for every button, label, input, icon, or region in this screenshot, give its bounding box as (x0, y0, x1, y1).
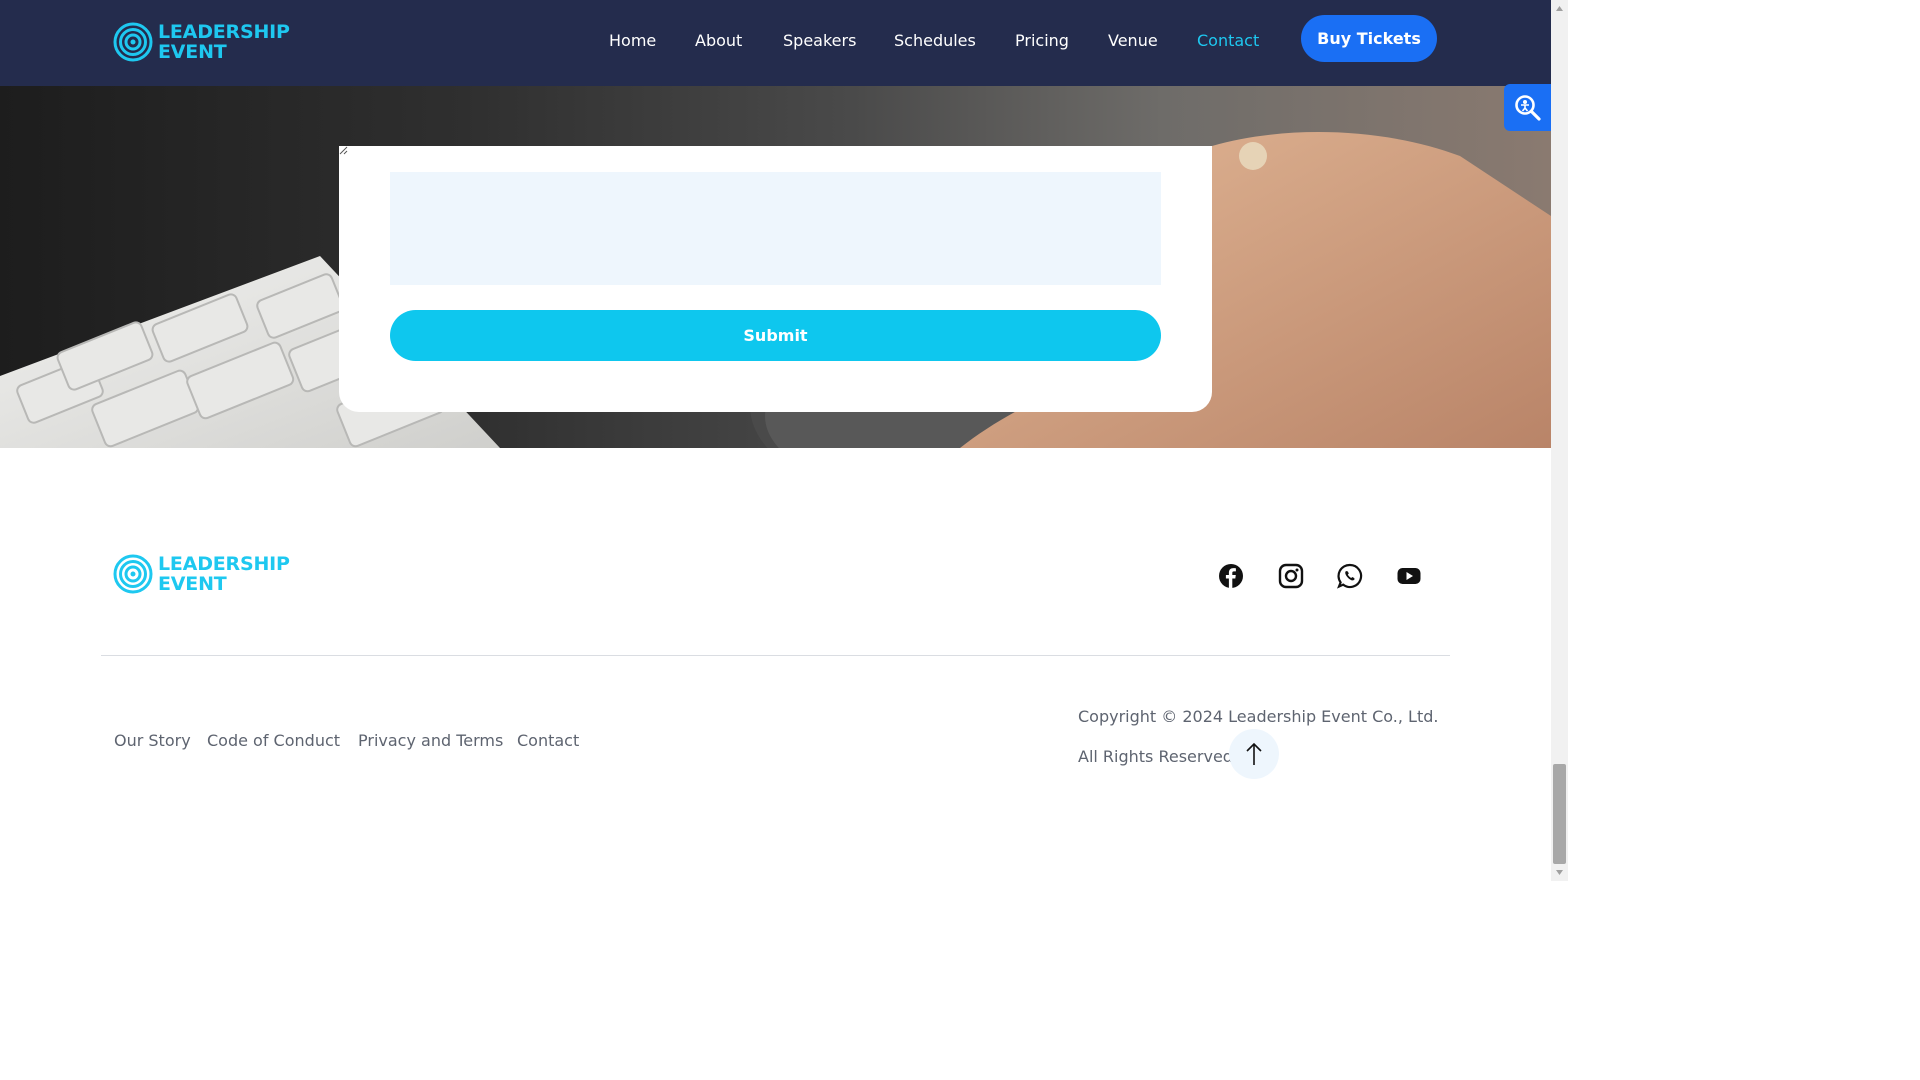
buy-tickets-button[interactable]: Buy Tickets (1301, 15, 1437, 62)
whatsapp-icon[interactable] (1337, 563, 1363, 589)
footer-brand-name: LEADERSHIP EVENT (158, 554, 290, 594)
header-logo[interactable]: LEADERSHIP EVENT (113, 22, 290, 62)
accessibility-widget-button[interactable] (1504, 84, 1551, 131)
resize-grip-icon[interactable] (339, 146, 348, 155)
brand-name: LEADERSHIP EVENT (158, 22, 290, 62)
nav-venue[interactable]: Venue (1108, 31, 1158, 50)
nav-pricing[interactable]: Pricing (1015, 31, 1069, 50)
nav-about[interactable]: About (695, 31, 742, 50)
contact-form-card: Submit (339, 146, 1212, 412)
accessibility-search-icon (1514, 94, 1541, 121)
arrow-up-icon (1246, 742, 1262, 765)
copyright-text: Copyright © 2024 Leadership Event Co., L… (1078, 707, 1439, 726)
footer-link-our-story[interactable]: Our Story (114, 731, 191, 750)
nav-speakers[interactable]: Speakers (783, 31, 856, 50)
footer-link-code-of-conduct[interactable]: Code of Conduct (207, 731, 340, 750)
brand-line-1: LEADERSHIP (158, 21, 290, 43)
nav-home[interactable]: Home (609, 31, 656, 50)
target-logo-icon (113, 554, 153, 594)
footer-brand-line-2: EVENT (158, 573, 227, 595)
back-to-top-button[interactable] (1229, 729, 1279, 779)
footer-logo[interactable]: LEADERSHIP EVENT (113, 554, 290, 594)
footer-brand-line-1: LEADERSHIP (158, 553, 290, 575)
nav-schedules[interactable]: Schedules (894, 31, 976, 50)
scroll-up-arrow-icon[interactable] (1555, 4, 1564, 13)
scroll-down-arrow-icon[interactable] (1555, 868, 1564, 877)
youtube-icon[interactable] (1396, 563, 1422, 589)
footer-link-contact[interactable]: Contact (517, 731, 579, 750)
target-logo-icon (113, 22, 153, 62)
footer-divider (101, 655, 1450, 656)
brand-line-2: EVENT (158, 41, 227, 63)
footer-link-privacy-terms[interactable]: Privacy and Terms (358, 731, 503, 750)
instagram-icon[interactable] (1278, 563, 1304, 589)
submit-button[interactable]: Submit (390, 310, 1161, 361)
site-header: LEADERSHIP EVENT Home About Speakers Sch… (0, 0, 1551, 86)
message-textarea[interactable] (390, 172, 1161, 285)
nav-contact[interactable]: Contact (1197, 31, 1259, 50)
rights-text: All Rights Reserved. (1078, 747, 1239, 766)
page-scrollbar[interactable] (1551, 0, 1568, 881)
contact-hero-background: Submit (0, 86, 1551, 448)
facebook-icon[interactable] (1218, 563, 1244, 589)
scrollbar-thumb[interactable] (1553, 764, 1566, 864)
